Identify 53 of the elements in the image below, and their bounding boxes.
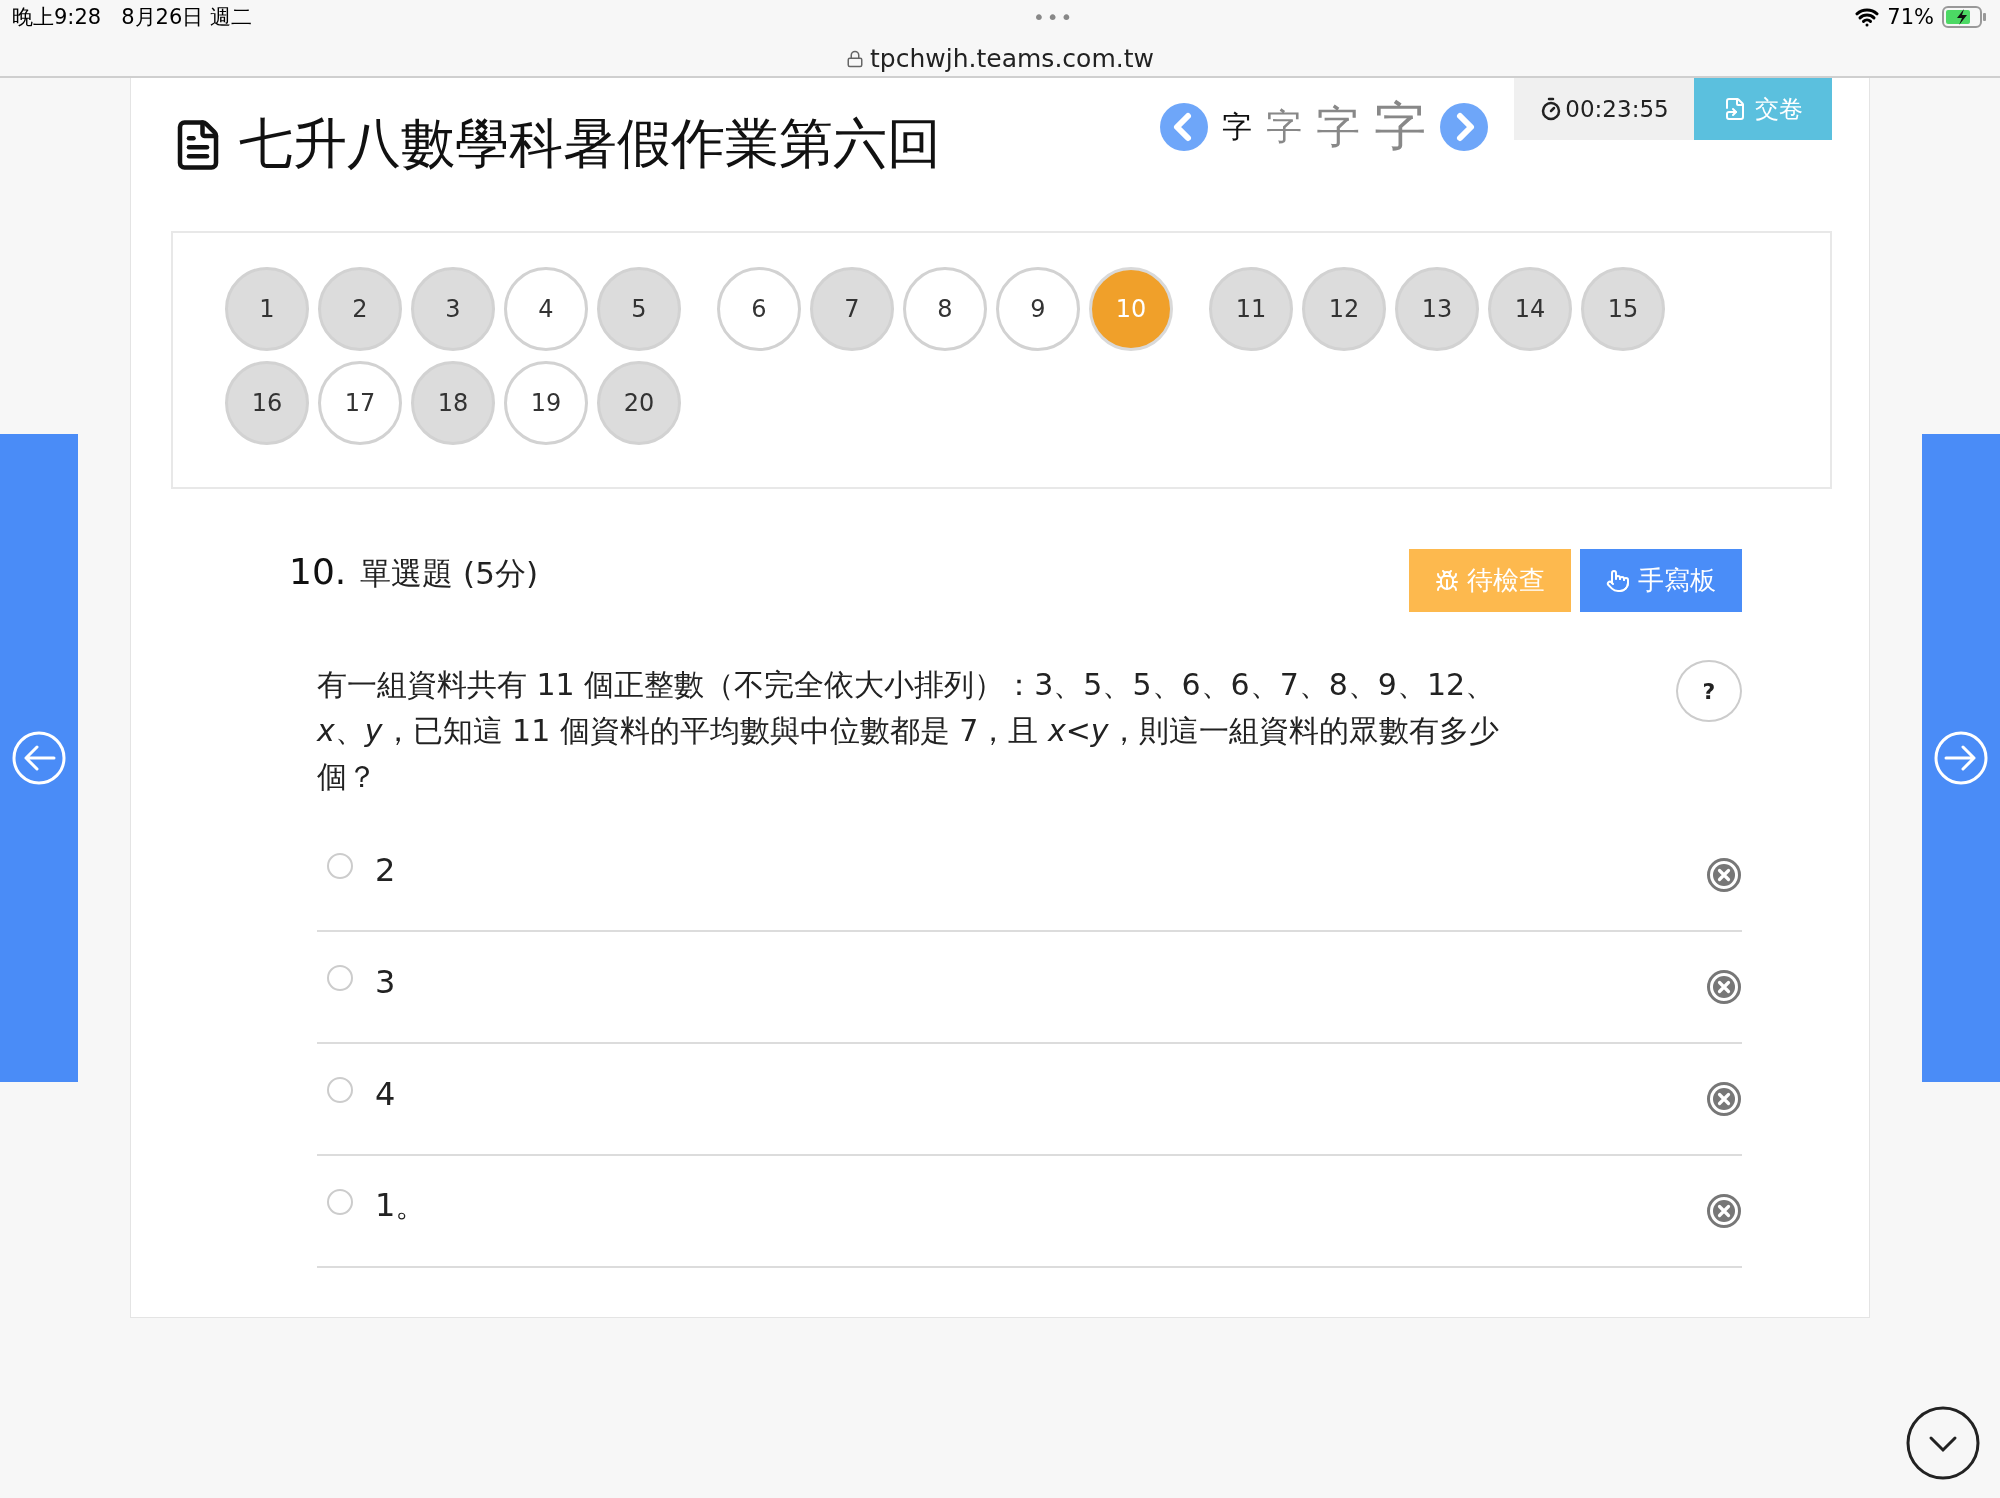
question-number-button[interactable]: 5 [597,267,681,351]
chevron-right-icon[interactable] [1440,103,1488,151]
question-number-button[interactable]: 14 [1488,267,1572,351]
battery-percent: 71% [1887,5,1934,29]
option-text: 1。 [375,1185,428,1226]
remove-icon[interactable] [1706,1193,1742,1229]
chevron-left-icon[interactable] [1160,103,1208,151]
question-number-button[interactable]: 16 [225,361,309,445]
radio-button[interactable] [327,1077,353,1103]
address-url[interactable]: tpchwjh.teams.com.tw [870,44,1154,73]
remove-icon[interactable] [1706,857,1742,893]
question-number-button[interactable]: 11 [1209,267,1293,351]
radio-button[interactable] [327,965,353,991]
status-date: 8月26日 週二 [121,4,252,31]
question-number-button[interactable]: 6 [717,267,801,351]
question-number-button[interactable]: 4 [504,267,588,351]
option-text: 3 [375,963,396,1001]
help-button[interactable]: ? [1676,660,1742,722]
question-number-button[interactable]: 3 [411,267,495,351]
question-number-button[interactable]: 12 [1302,267,1386,351]
remove-icon[interactable] [1706,969,1742,1005]
question-text: 有一組資料共有 11 個正整數（不完全依大小排列）：3、5、5、6、6、7、8、9、12、x、y，已知這 11 個資料的平均數與中位數都是 7，且 x<y，則這一組資料的眾數有多少個？ [317,666,1500,796]
question-number-button[interactable]: 9 [996,267,1080,351]
timer-text: 00:23:55 [1565,96,1669,122]
lock-icon [846,49,865,68]
radio-button[interactable] [327,1189,353,1215]
remove-icon[interactable] [1706,1081,1742,1117]
hand-pointer-icon [1606,568,1630,593]
question-number-button[interactable]: 15 [1581,267,1665,351]
scroll-down-icon[interactable] [1906,1406,1980,1480]
question-type: 單選題 (5分) [360,554,539,593]
font-size-option[interactable]: 字 [1374,92,1426,162]
question-number-button[interactable]: 17 [318,361,402,445]
battery-icon [1942,6,1988,28]
option-text: 4 [375,1075,396,1113]
question-number-button[interactable]: 8 [903,267,987,351]
question-number-button[interactable]: 20 [597,361,681,445]
font-size-option[interactable]: 字 [1266,102,1302,152]
document-icon [1723,97,1747,121]
question-number-button[interactable]: 13 [1395,267,1479,351]
status-time: 晚上9:28 [12,4,102,31]
font-size-option[interactable]: 字 [1222,106,1252,148]
question-number-button[interactable]: 2 [318,267,402,351]
question-number-button[interactable]: 7 [810,267,894,351]
question-number-button[interactable]: 18 [411,361,495,445]
question-number-button[interactable]: 19 [504,361,588,445]
option-text: 2 [375,851,396,889]
font-size-option[interactable]: 字 [1316,97,1360,157]
question-number: 10. [289,551,347,592]
page-title: 七升八數學科暑假作業第六回 [239,111,941,177]
question-number-button[interactable]: 1 [225,267,309,351]
bug-icon [1435,568,1459,593]
radio-button[interactable] [327,853,353,879]
